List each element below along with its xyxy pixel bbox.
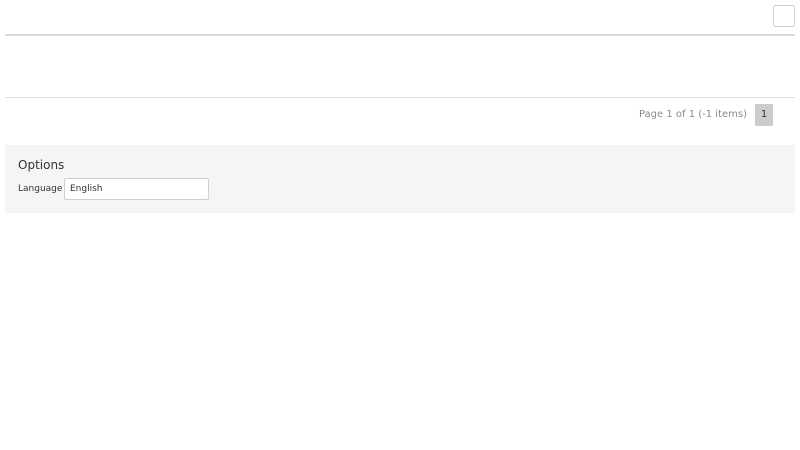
grid-body — [5, 36, 795, 97]
options-title: Options — [18, 158, 65, 172]
language-input[interactable] — [64, 178, 209, 200]
pager-page-button[interactable]: 1 — [755, 104, 773, 126]
language-label: Language — [18, 184, 63, 194]
grid-toolbar — [0, 0, 800, 34]
pager-info: Page 1 of 1 (-1 items) — [638, 109, 747, 120]
options-panel: Options Language — [5, 145, 795, 213]
pager: Page 1 of 1 (-1 items) 1 — [5, 98, 795, 132]
toolbar-menu-button[interactable] — [773, 5, 795, 27]
